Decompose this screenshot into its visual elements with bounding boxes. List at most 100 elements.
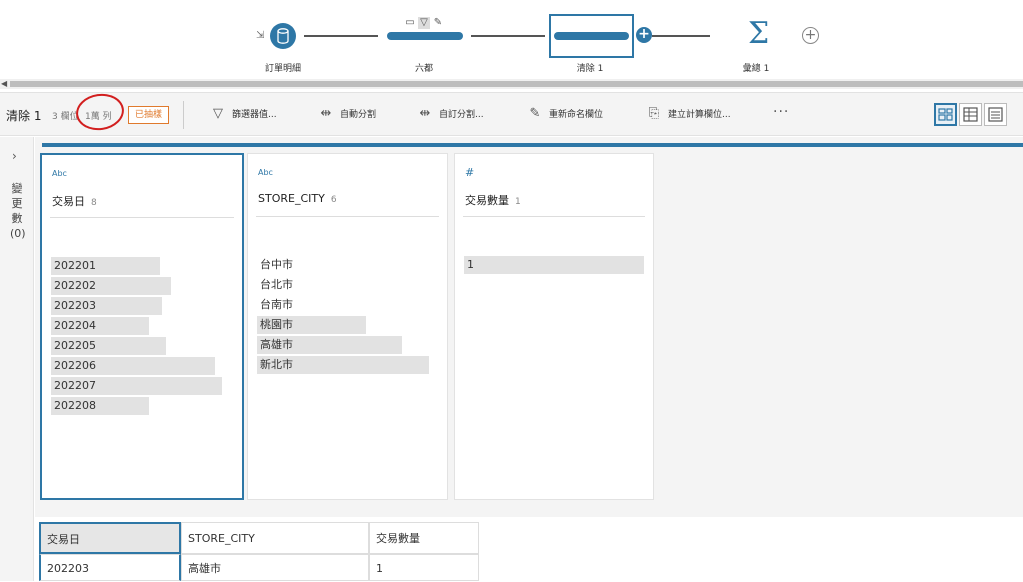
custom-split-label: 自訂分割... (439, 110, 484, 120)
grid-cell[interactable]: 高雄市 (181, 554, 369, 581)
value-bar[interactable]: 台南市 (257, 296, 438, 314)
value-bar[interactable]: 202203 (51, 297, 233, 315)
create-calc-field-label: 建立計算欄位... (668, 110, 731, 120)
horizontal-scrollbar[interactable]: ◀ (0, 79, 1023, 89)
filter-icon: ▽ (213, 106, 223, 121)
auto-split-button[interactable]: ⇹ 自動分割 (318, 106, 376, 121)
clean-step-node-selected[interactable] (549, 14, 634, 58)
card-divider (463, 216, 645, 217)
value-bar-label: 台中市 (260, 258, 293, 271)
grid-header-transaction-qty[interactable]: 交易數量 (369, 522, 479, 554)
value-bar[interactable]: 202202 (51, 277, 233, 295)
expand-chevron-icon[interactable]: › (12, 149, 17, 163)
step-annotation-icons: ▭ ▽ ✎ (404, 17, 444, 29)
value-bar[interactable]: 202207 (51, 377, 233, 395)
profile-card-transaction-date[interactable]: Abc 交易日 8 202201 202202 202203 202204 202205 2… (40, 153, 244, 500)
value-bar[interactable]: 台北市 (257, 276, 438, 294)
input-step-icon: ⇲ (256, 30, 265, 41)
step-toolbar: 清除 1 3 欄位 1萬 列 已抽樣 ▽ 篩選器值... ⇹ 自動分割 ⇹ 自訂… (0, 90, 1023, 136)
string-type-icon[interactable]: Abc (258, 168, 273, 177)
value-bar-label: 新北市 (260, 358, 293, 371)
value-bar-label: 202208 (54, 399, 96, 412)
field-name[interactable]: STORE_CITY 6 (258, 192, 337, 205)
calc-field-icon: ⎘ (648, 106, 660, 121)
list-view-icon[interactable] (984, 103, 1007, 126)
changes-rail[interactable]: › 變更數 (0) (0, 137, 34, 581)
grid-cell[interactable]: 202203 (39, 554, 181, 581)
value-bar[interactable]: 202208 (51, 397, 233, 415)
value-bar-label: 202203 (54, 299, 96, 312)
value-bars: 1 (464, 256, 644, 276)
value-bar-label: 202206 (54, 359, 96, 372)
add-step-plus-icon[interactable]: + (636, 27, 652, 43)
split-icon: ⇹ (320, 106, 332, 121)
value-bar[interactable]: 高雄市 (257, 336, 438, 354)
flow-connector (304, 35, 378, 37)
filter-values-label: 篩選器值... (232, 110, 277, 120)
value-bar[interactable]: 1 (464, 256, 644, 274)
value-bar-label: 台南市 (260, 298, 293, 311)
card-divider (50, 217, 234, 218)
profile-card-store-city[interactable]: Abc STORE_CITY 6 台中市台北市台南市桃園市高雄市新北市 (247, 153, 448, 500)
value-bar[interactable]: 新北市 (257, 356, 438, 374)
field-name[interactable]: 交易數量 1 (465, 192, 521, 208)
plus-circle-icon[interactable]: + (802, 27, 819, 44)
grid-header-store-city[interactable]: STORE_CITY (181, 522, 369, 554)
card-divider (256, 216, 439, 217)
toolbar-divider (183, 101, 184, 129)
rename-field-label: 重新命名欄位 (549, 110, 604, 120)
custom-split-button[interactable]: ⇹ 自訂分割... (417, 106, 484, 121)
data-grid-view-icon[interactable] (959, 103, 982, 126)
string-type-icon[interactable]: Abc (52, 169, 67, 178)
value-bars: 台中市台北市台南市桃園市高雄市新北市 (257, 256, 438, 376)
value-bar-label: 202202 (54, 279, 96, 292)
create-calc-field-button[interactable]: ⎘ 建立計算欄位... (646, 106, 731, 121)
value-bars: 202201 202202 202203 202204 202205 202206 2022… (51, 257, 233, 417)
value-bar-label: 202207 (54, 379, 96, 392)
grid-header-transaction-date[interactable]: 交易日 (39, 522, 181, 554)
flow-canvas: ⇲ 訂單明細 ▭ ▽ ✎ 六都 + 清除 1 Σ 彙總 1 + (0, 0, 1023, 80)
custom-split-icon: ⇹ (419, 106, 431, 121)
sigma-icon[interactable]: Σ (748, 16, 769, 51)
value-bar[interactable]: 202206 (51, 357, 233, 375)
flow-node-label-aggregate: 彙總 1 (742, 64, 770, 74)
fields-count: 3 欄位 (52, 112, 79, 122)
rename-field-button[interactable]: ✎ 重新命名欄位 (527, 106, 603, 121)
flow-connector (652, 35, 710, 37)
value-bar[interactable]: 202205 (51, 337, 233, 355)
flow-node-label-input: 訂單明細 (264, 64, 301, 74)
value-bar[interactable]: 202204 (51, 317, 233, 335)
value-bar-label: 高雄市 (260, 338, 293, 351)
value-bar-label: 台北市 (260, 278, 293, 291)
view-mode-switcher (934, 103, 1007, 126)
value-bar-label: 202204 (54, 319, 96, 332)
filter-values-button[interactable]: ▽ 篩選器值... (210, 106, 277, 121)
profile-card-transaction-qty[interactable]: # 交易數量 1 1 (454, 153, 654, 500)
filter-step-node[interactable] (387, 32, 463, 40)
doc-icon: ▭ (405, 17, 415, 28)
value-bar-fill (464, 256, 644, 274)
edit-icon: ✎ (433, 17, 443, 28)
sampled-badge[interactable]: 已抽樣 (128, 106, 170, 124)
scroll-left-arrow-icon[interactable]: ◀ (1, 79, 7, 88)
profile-top-bar (42, 143, 1023, 147)
red-annotation-circle (73, 90, 127, 134)
filter-mini-icon: ▽ (418, 17, 430, 29)
field-name[interactable]: 交易日 8 (52, 193, 97, 209)
rename-icon: ✎ (529, 106, 541, 121)
value-bar-label: 1 (467, 258, 474, 271)
value-bar-label: 桃園市 (260, 318, 293, 331)
step-name: 清除 1 (6, 109, 42, 123)
database-icon[interactable] (270, 23, 296, 49)
more-options-button[interactable]: ··· (773, 104, 789, 120)
auto-split-label: 自動分割 (340, 110, 377, 120)
value-bar[interactable]: 202201 (51, 257, 233, 275)
changes-count-label: 變更數 (0) (10, 182, 26, 240)
flow-node-label-clean: 清除 1 (576, 64, 604, 74)
grid-cell[interactable]: 1 (369, 554, 479, 581)
number-type-icon[interactable]: # (465, 166, 474, 179)
scrollbar-thumb[interactable] (10, 81, 1023, 87)
value-bar[interactable]: 台中市 (257, 256, 438, 274)
value-bar[interactable]: 桃園市 (257, 316, 438, 334)
profile-view-icon[interactable] (934, 103, 957, 126)
